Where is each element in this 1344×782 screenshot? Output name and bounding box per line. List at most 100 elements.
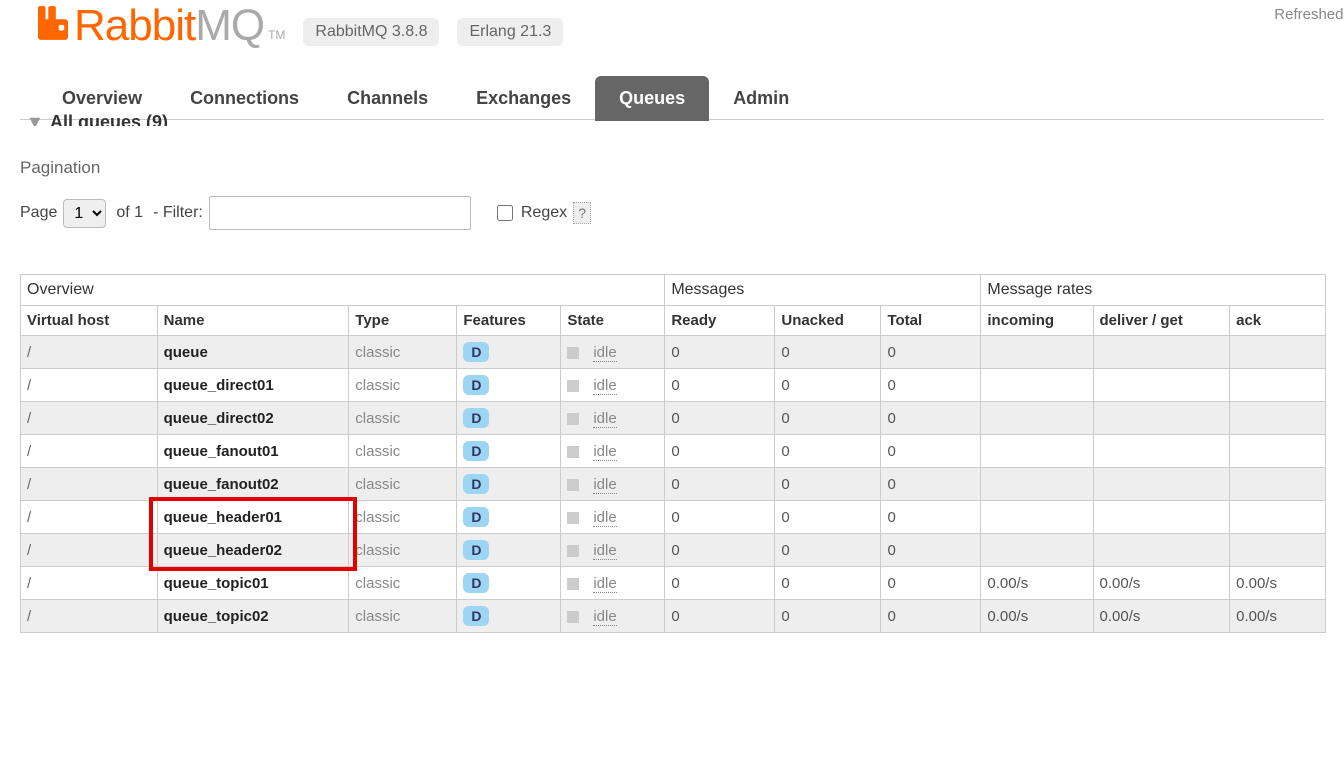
cell-total: 0 [881, 534, 981, 567]
table-row: /queue_direct01classicDidle000 [21, 369, 1326, 402]
cell-ready: 0 [665, 501, 775, 534]
cell-ready: 0 [665, 369, 775, 402]
cell-ack [1230, 435, 1326, 468]
cell-features: D [457, 468, 561, 501]
cell-type: classic [349, 534, 457, 567]
cell-vhost: / [21, 600, 158, 633]
col-type[interactable]: Type [349, 306, 457, 336]
queue-name-link[interactable]: queue_topic01 [157, 567, 349, 600]
cell-ready: 0 [665, 534, 775, 567]
cell-deliver [1093, 336, 1230, 369]
cell-ack [1230, 501, 1326, 534]
cell-state: idle [561, 501, 665, 534]
durable-badge: D [463, 441, 489, 461]
cell-incoming [981, 336, 1093, 369]
page-select[interactable]: 1 [63, 199, 106, 228]
state-text: idle [593, 542, 616, 560]
cell-type: classic [349, 435, 457, 468]
cell-incoming: 0.00/s [981, 567, 1093, 600]
cell-ready: 0 [665, 600, 775, 633]
filter-input[interactable] [209, 196, 471, 230]
section-title: All queues (9) [50, 112, 168, 126]
rabbitmq-logo[interactable]: RabbitMQ TM [38, 4, 285, 48]
cell-ack [1230, 402, 1326, 435]
queue-name-link[interactable]: queue [157, 336, 349, 369]
cell-type: classic [349, 468, 457, 501]
cell-state: idle [561, 402, 665, 435]
col-group-rates: Message rates [981, 275, 1326, 306]
cell-vhost: / [21, 402, 158, 435]
col-vhost[interactable]: Virtual host [21, 306, 158, 336]
table-row: /queue_header01classicDidle000 [21, 501, 1326, 534]
cell-ready: 0 [665, 336, 775, 369]
col-features[interactable]: Features [457, 306, 561, 336]
rabbitmq-icon [38, 6, 68, 40]
queue-name-link[interactable]: queue_header02 [157, 534, 349, 567]
logo-tm: TM [268, 28, 285, 48]
durable-badge: D [463, 375, 489, 395]
cell-state: idle [561, 435, 665, 468]
queue-name-link[interactable]: queue_header01 [157, 501, 349, 534]
queue-name-link[interactable]: queue_direct01 [157, 369, 349, 402]
cell-incoming [981, 369, 1093, 402]
cell-unacked: 0 [775, 468, 881, 501]
pagination-controls: Page 1 of 1 - Filter: Regex ? [20, 196, 1324, 230]
state-indicator-icon [567, 545, 579, 557]
col-ready[interactable]: Ready [665, 306, 775, 336]
state-indicator-icon [567, 347, 579, 359]
cell-deliver [1093, 534, 1230, 567]
queue-name-link[interactable]: queue_fanout01 [157, 435, 349, 468]
col-state[interactable]: State [561, 306, 665, 336]
cell-features: D [457, 567, 561, 600]
queue-name-link[interactable]: queue_fanout02 [157, 468, 349, 501]
regex-checkbox[interactable] [497, 205, 513, 221]
durable-badge: D [463, 507, 489, 527]
cell-unacked: 0 [775, 534, 881, 567]
version-badge: RabbitMQ 3.8.8 [303, 18, 439, 46]
col-incoming[interactable]: incoming [981, 306, 1093, 336]
cell-features: D [457, 336, 561, 369]
queue-name-link[interactable]: queue_direct02 [157, 402, 349, 435]
cell-incoming [981, 435, 1093, 468]
of-label: of [116, 204, 129, 221]
col-name[interactable]: Name [157, 306, 349, 336]
section-all-queues[interactable]: ▼ All queues (9) [20, 112, 1324, 126]
cell-ack [1230, 468, 1326, 501]
col-unacked[interactable]: Unacked [775, 306, 881, 336]
cell-unacked: 0 [775, 501, 881, 534]
col-ack[interactable]: ack [1230, 306, 1326, 336]
state-text: idle [593, 344, 616, 362]
cell-features: D [457, 501, 561, 534]
table-row: /queue_fanout01classicDidle000 [21, 435, 1326, 468]
col-deliver[interactable]: deliver / get [1093, 306, 1230, 336]
cell-unacked: 0 [775, 567, 881, 600]
cell-state: idle [561, 567, 665, 600]
cell-incoming [981, 468, 1093, 501]
cell-deliver: 0.00/s [1093, 600, 1230, 633]
cell-incoming [981, 402, 1093, 435]
cell-deliver [1093, 468, 1230, 501]
refreshed-label: Refreshed 2 [1274, 6, 1344, 23]
state-text: idle [593, 608, 616, 626]
col-total[interactable]: Total [881, 306, 981, 336]
page-label: Page [20, 204, 57, 222]
cell-unacked: 0 [775, 402, 881, 435]
help-icon[interactable]: ? [573, 202, 591, 224]
cell-features: D [457, 369, 561, 402]
cell-type: classic [349, 567, 457, 600]
table-row: /queue_fanout02classicDidle000 [21, 468, 1326, 501]
cell-deliver [1093, 369, 1230, 402]
cell-vhost: / [21, 369, 158, 402]
queue-name-link[interactable]: queue_topic02 [157, 600, 349, 633]
cell-total: 0 [881, 501, 981, 534]
cell-type: classic [349, 501, 457, 534]
cell-state: idle [561, 336, 665, 369]
cell-incoming: 0.00/s [981, 600, 1093, 633]
state-indicator-icon [567, 446, 579, 458]
cell-vhost: / [21, 567, 158, 600]
cell-total: 0 [881, 336, 981, 369]
pagination-heading: Pagination [20, 158, 1324, 178]
state-indicator-icon [567, 380, 579, 392]
cell-vhost: / [21, 468, 158, 501]
cell-features: D [457, 435, 561, 468]
